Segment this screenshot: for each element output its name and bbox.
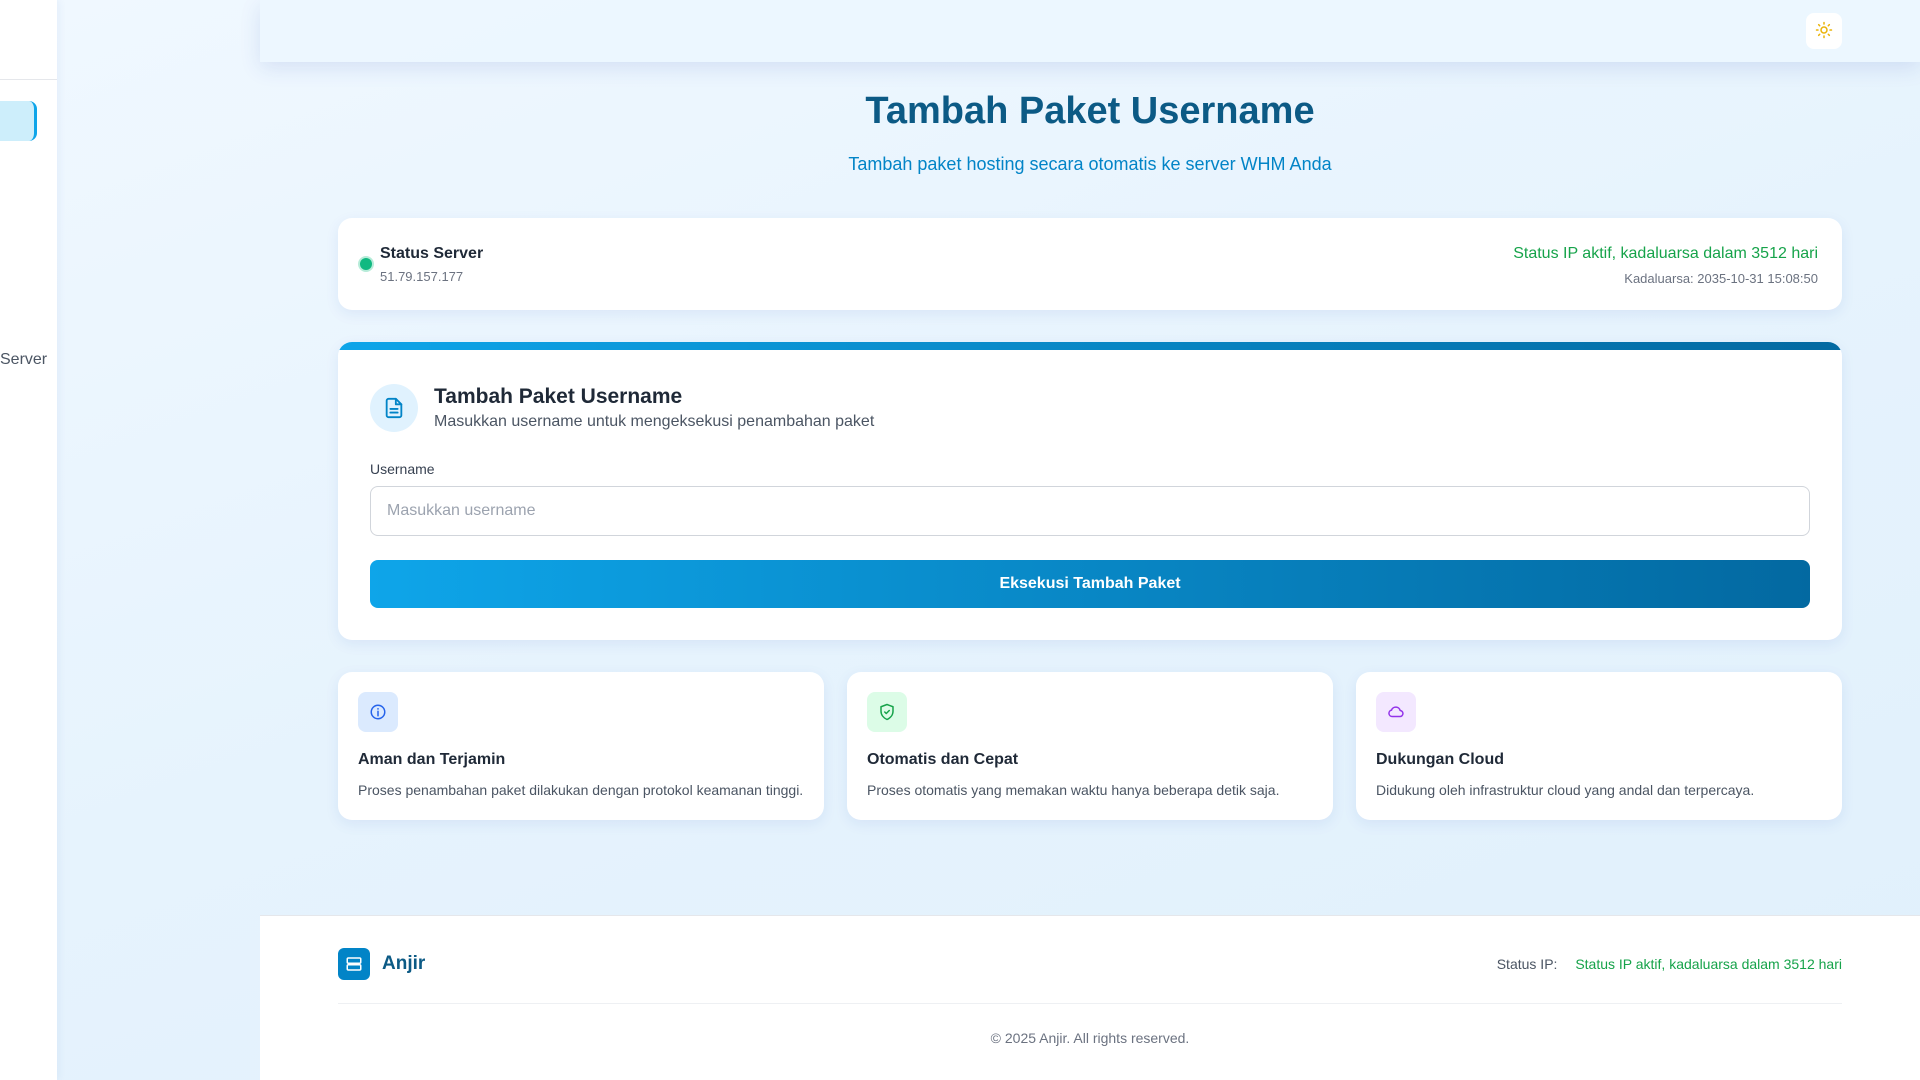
feature-card-cloud: Dukungan Cloud Didukung oleh infrastrukt… — [1356, 672, 1842, 820]
feature-card-secure: Aman dan Terjamin Proses penambahan pake… — [338, 672, 824, 820]
sidebar: Server — [0, 0, 57, 1080]
sidebar-brand — [0, 0, 57, 80]
document-icon — [370, 384, 418, 432]
theme-toggle-button[interactable] — [1806, 13, 1842, 49]
page-title: Tambah Paket Username — [865, 90, 1315, 132]
feature-card-automatic: Otomatis dan Cepat Proses otomatis yang … — [847, 672, 1333, 820]
footer-status-value: Status IP aktif, kadaluarsa dalam 3512 h… — [1575, 956, 1842, 972]
sidebar-item-server[interactable]: Server — [0, 351, 57, 369]
footer-status-label: Status IP: — [1496, 956, 1558, 972]
server-status-card: Status Server 51.79.157.177 Status IP ak… — [338, 218, 1842, 310]
feature-title: Otomatis dan Cepat — [867, 751, 1019, 768]
username-input[interactable] — [370, 486, 1810, 536]
info-icon — [358, 692, 398, 732]
cloud-icon — [1376, 692, 1416, 732]
server-ip: 51.79.157.177 — [380, 269, 464, 284]
feature-desc: Proses penambahan paket dilakukan dengan… — [358, 782, 804, 798]
server-logo-icon — [338, 948, 370, 980]
expiry-text: Kadaluarsa: 2035-10-31 15:08:50 — [1624, 271, 1818, 286]
feature-title: Dukungan Cloud — [1376, 751, 1504, 768]
status-dot-icon — [360, 258, 372, 270]
footer-divider — [338, 1003, 1842, 1004]
copyright: © 2025 Anjir. All rights reserved. — [990, 1030, 1190, 1046]
feature-desc: Didukung oleh infrastruktur cloud yang a… — [1376, 782, 1755, 798]
shield-check-icon — [867, 692, 907, 732]
feature-desc: Proses otomatis yang memakan waktu hanya… — [867, 782, 1280, 798]
ip-status-text: Status IP aktif, kadaluarsa dalam 3512 h… — [1513, 245, 1818, 262]
execute-add-package-button[interactable]: Eksekusi Tambah Paket — [370, 560, 1810, 608]
feature-title: Aman dan Terjamin — [358, 751, 506, 768]
top-header — [260, 0, 1920, 62]
form-subtitle: Masukkan username untuk mengeksekusi pen… — [434, 413, 875, 430]
form-title: Tambah Paket Username — [434, 385, 683, 408]
username-label: Username — [370, 461, 435, 477]
status-title: Status Server — [380, 245, 484, 262]
footer: Anjir Status IP: Status IP aktif, kadalu… — [260, 915, 1920, 1080]
card-accent-bar — [338, 342, 1842, 350]
page-subtitle: Tambah paket hosting secara otomatis ke … — [848, 154, 1332, 174]
footer-brand: Anjir — [382, 953, 426, 974]
sidebar-item-active[interactable] — [0, 101, 37, 141]
add-package-form-card: Tambah Paket Username Masukkan username … — [338, 342, 1842, 640]
sun-icon — [1815, 21, 1833, 42]
